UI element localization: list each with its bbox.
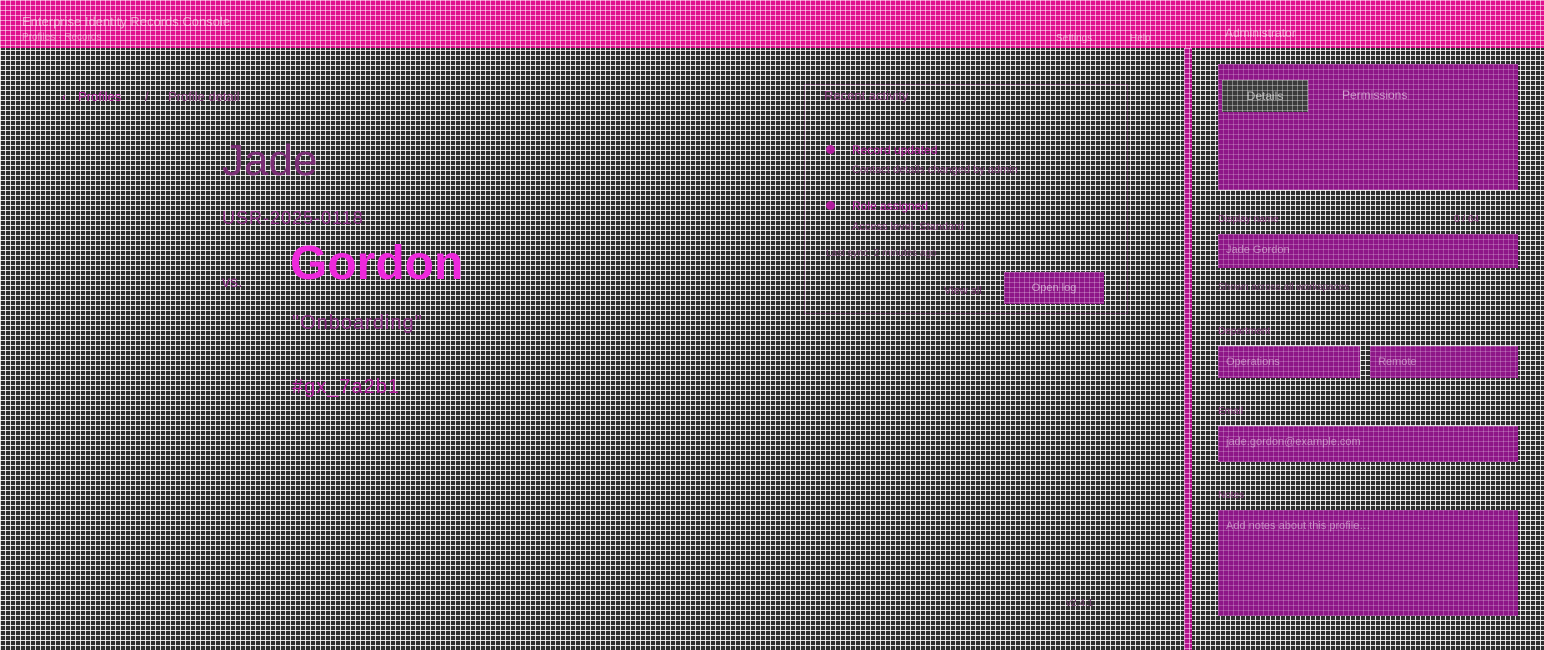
breadcrumb-separator: / (145, 89, 149, 104)
display-name-field[interactable]: Jade Gordon (1218, 234, 1518, 268)
email-label: Email (1218, 406, 1244, 417)
location-select[interactable]: Remote (1370, 346, 1518, 378)
department-value: Operations (1226, 356, 1280, 368)
display-name-value: Jade Gordon (1226, 244, 1290, 256)
breadcrumb-root-link[interactable]: Profiles (78, 89, 121, 104)
department-label: Department (1218, 326, 1271, 337)
activity-item-title[interactable]: Record updated (852, 143, 937, 157)
dot-icon (826, 201, 835, 210)
profile-vs-label: vs. (222, 274, 243, 291)
chevron-left-icon[interactable]: ‹ (62, 90, 66, 104)
display-name-help: Shown across all workspaces (1218, 282, 1350, 293)
location-value: Remote (1378, 356, 1417, 368)
email-value: jade.gordon@example.com (1226, 436, 1361, 448)
dot-icon (826, 145, 835, 154)
profile-status-quote: "Onboarding" (292, 312, 423, 334)
app-title: Enterprise Identity Records Console (22, 14, 231, 29)
version-label: v2.4.1 (1066, 598, 1094, 609)
activity-sync-status: Last sync: 2 minutes ago (826, 248, 937, 259)
breadcrumb-current: Profile detail (168, 89, 240, 104)
profile-last-name: Gordon (290, 237, 464, 290)
tab-details[interactable]: Details (1222, 80, 1308, 112)
profile-first-name: Jade (222, 136, 318, 185)
display-name-counter: 0 / 64 (1454, 214, 1480, 225)
open-log-button[interactable]: Open log (1004, 272, 1104, 304)
activity-view-all-link[interactable]: View all (944, 285, 982, 297)
display-name-label: Display name (1218, 214, 1279, 225)
top-bar: Enterprise Identity Records Console Prof… (0, 0, 1544, 48)
notes-placeholder: Add notes about this profile… (1226, 520, 1371, 532)
activity-item-subtitle: Access level: Standard (852, 221, 964, 233)
notes-label: Notes (1218, 490, 1245, 501)
activity-item-title[interactable]: Role assigned (852, 199, 928, 213)
app-subtitle: Profiles · Records (22, 32, 102, 43)
department-select[interactable]: Operations (1218, 346, 1360, 378)
nav-settings-link[interactable]: Settings (1056, 33, 1092, 44)
profile-id: USR-2025-0118 (222, 208, 364, 228)
notes-textarea[interactable]: Add notes about this profile… (1218, 510, 1518, 616)
activity-card-title: Recent activity (824, 88, 909, 103)
panel-divider[interactable] (1184, 48, 1192, 650)
tab-permissions[interactable]: Permissions (1342, 88, 1407, 102)
email-field[interactable]: jade.gordon@example.com (1218, 426, 1518, 462)
nav-help-link[interactable]: Help (1130, 33, 1151, 44)
profile-hash[interactable]: #gx_7a2b1 (292, 376, 400, 399)
user-menu[interactable]: Administrator (1225, 26, 1296, 40)
activity-item-subtitle: Contact details changed by admin (852, 164, 1018, 176)
